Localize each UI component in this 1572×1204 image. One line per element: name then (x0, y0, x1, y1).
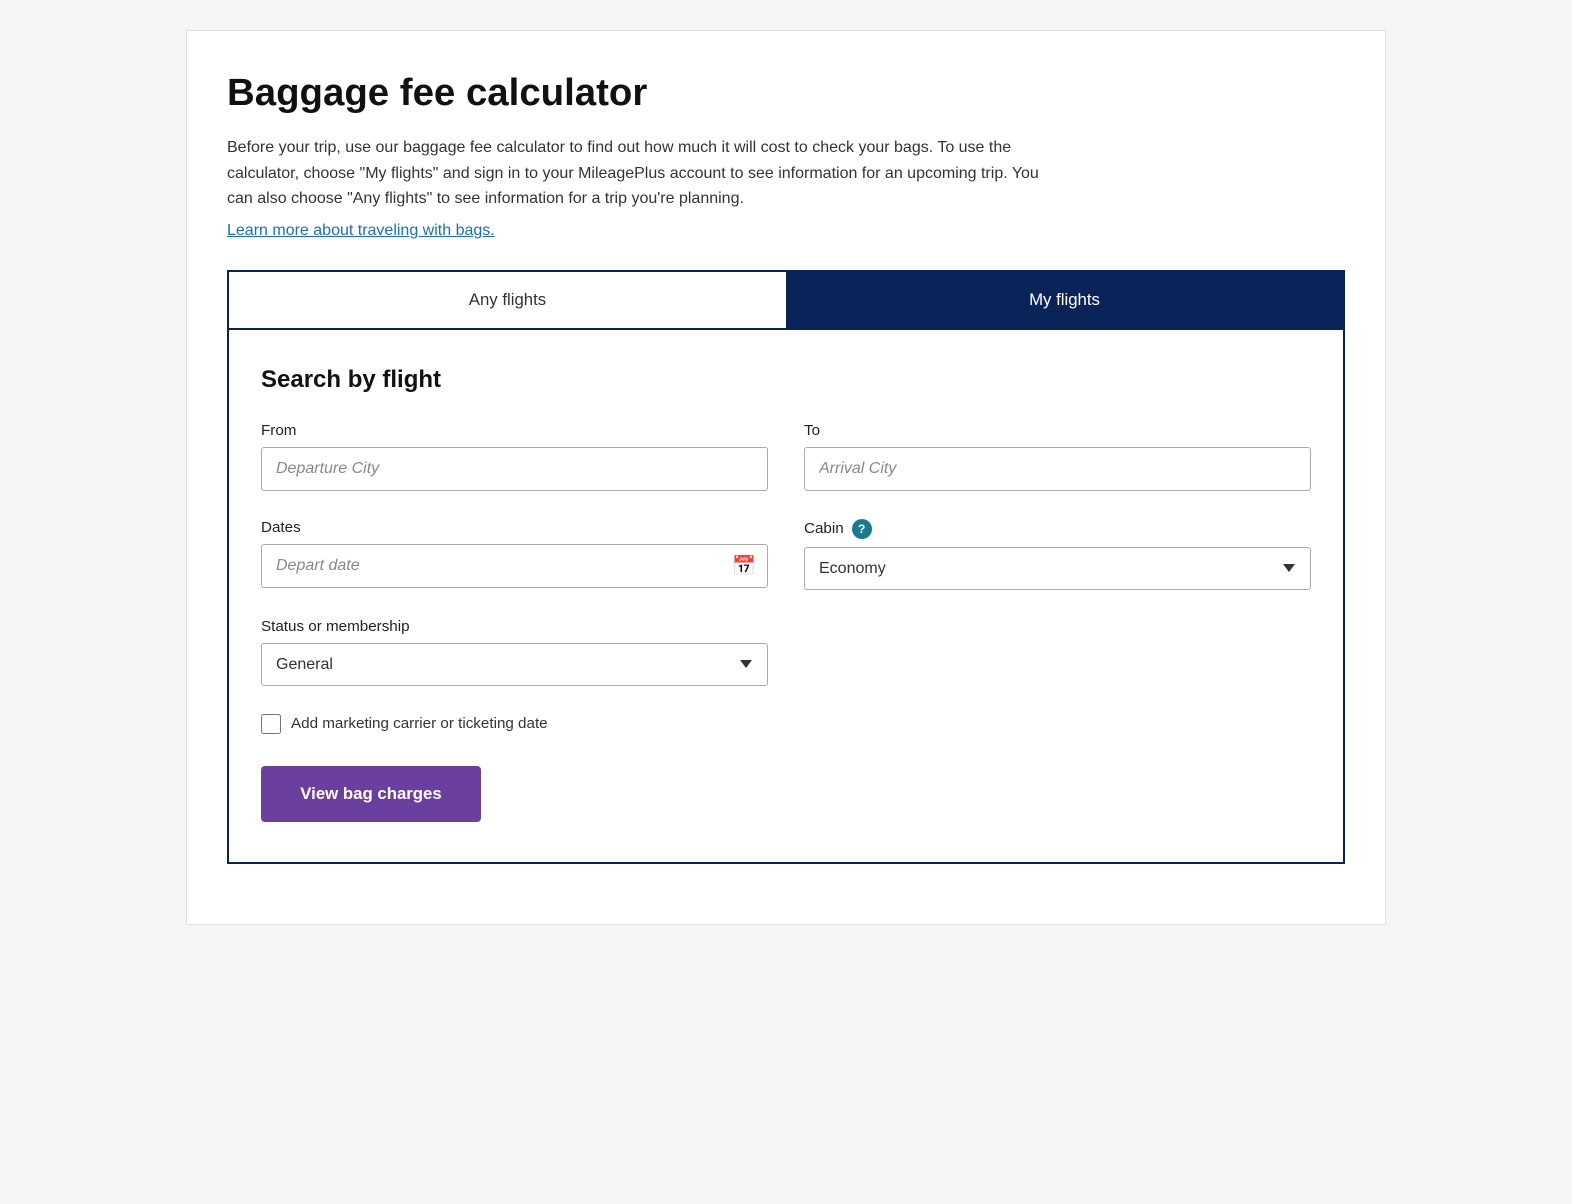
tab-my-flights[interactable]: My flights (786, 272, 1343, 328)
page-title: Baggage fee calculator (227, 71, 1345, 115)
arrival-city-input[interactable] (804, 447, 1311, 491)
form-heading: Search by flight (261, 366, 1311, 394)
checkbox-row: Add marketing carrier or ticketing date (261, 714, 1311, 734)
dates-group: Dates 📅 (261, 519, 768, 590)
status-row: Status or membership General Premier Sil… (261, 618, 1311, 686)
page-container: Baggage fee calculator Before your trip,… (186, 30, 1386, 925)
depart-date-input[interactable] (261, 544, 768, 588)
dates-label: Dates (261, 519, 768, 536)
from-label: From (261, 422, 768, 439)
cabin-select[interactable]: Economy Business First (804, 547, 1311, 590)
to-label: To (804, 422, 1311, 439)
from-group: From (261, 422, 768, 491)
dates-cabin-row: Dates 📅 Cabin ? Economy Business First (261, 519, 1311, 590)
date-input-wrapper: 📅 (261, 544, 768, 588)
cabin-help-icon[interactable]: ? (852, 519, 872, 539)
status-label: Status or membership (261, 618, 768, 635)
marketing-carrier-label: Add marketing carrier or ticketing date (291, 715, 548, 732)
marketing-carrier-checkbox[interactable] (261, 714, 281, 734)
description-text: Before your trip, use our baggage fee ca… (227, 135, 1047, 212)
view-bag-charges-button[interactable]: View bag charges (261, 766, 481, 822)
cabin-label: Cabin ? (804, 519, 1311, 539)
status-group: Status or membership General Premier Sil… (261, 618, 768, 686)
learn-more-link[interactable]: Learn more about traveling with bags. (227, 222, 495, 240)
tab-any-flights[interactable]: Any flights (229, 272, 786, 328)
form-panel: Search by flight From To Dates 📅 (227, 330, 1345, 864)
from-to-row: From To (261, 422, 1311, 491)
cabin-select-wrapper: Economy Business First (804, 547, 1311, 590)
cabin-group: Cabin ? Economy Business First (804, 519, 1311, 590)
status-select-wrapper: General Premier Silver Premier Gold Prem… (261, 643, 768, 686)
status-select[interactable]: General Premier Silver Premier Gold Prem… (261, 643, 768, 686)
tab-bar: Any flights My flights (227, 270, 1345, 330)
to-group: To (804, 422, 1311, 491)
departure-city-input[interactable] (261, 447, 768, 491)
